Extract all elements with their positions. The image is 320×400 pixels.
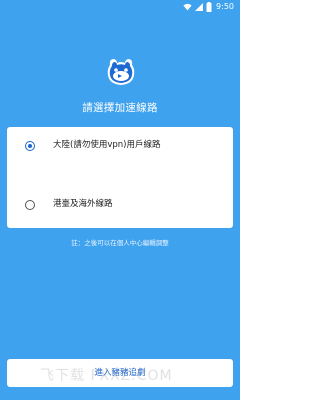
screen: 9:50 請選擇加速線路 大陸(請勿使用vpn)用戶線路 港臺及海外線路 註：之… (0, 0, 240, 400)
signal-icon (195, 3, 204, 11)
option-label: 港臺及海外線路 (53, 199, 113, 209)
status-bar: 9:50 (0, 0, 240, 14)
option-label: 大陸(請勿使用vpn)用戶線路 (53, 140, 161, 150)
wifi-icon (183, 3, 192, 11)
settings-note: 註：之後可以在個人中心編輯調整 (71, 239, 169, 247)
battery-icon (206, 2, 212, 12)
option-mainland-route[interactable]: 大陸(請勿使用vpn)用戶線路 (7, 128, 233, 168)
status-icons: 9:50 (183, 2, 234, 12)
route-options-card: 大陸(請勿使用vpn)用戶線路 港臺及海外線路 (7, 127, 233, 228)
status-time: 9:50 (216, 2, 234, 11)
confirm-button[interactable]: 進入豬豬追劇 (7, 359, 233, 387)
page-title: 請選擇加速線路 (82, 102, 158, 114)
radio-unchecked-icon[interactable] (25, 200, 35, 210)
option-overseas-route[interactable]: 港臺及海外線路 (7, 187, 233, 227)
app-logo-icon (105, 56, 137, 88)
radio-checked-icon[interactable] (25, 141, 35, 151)
